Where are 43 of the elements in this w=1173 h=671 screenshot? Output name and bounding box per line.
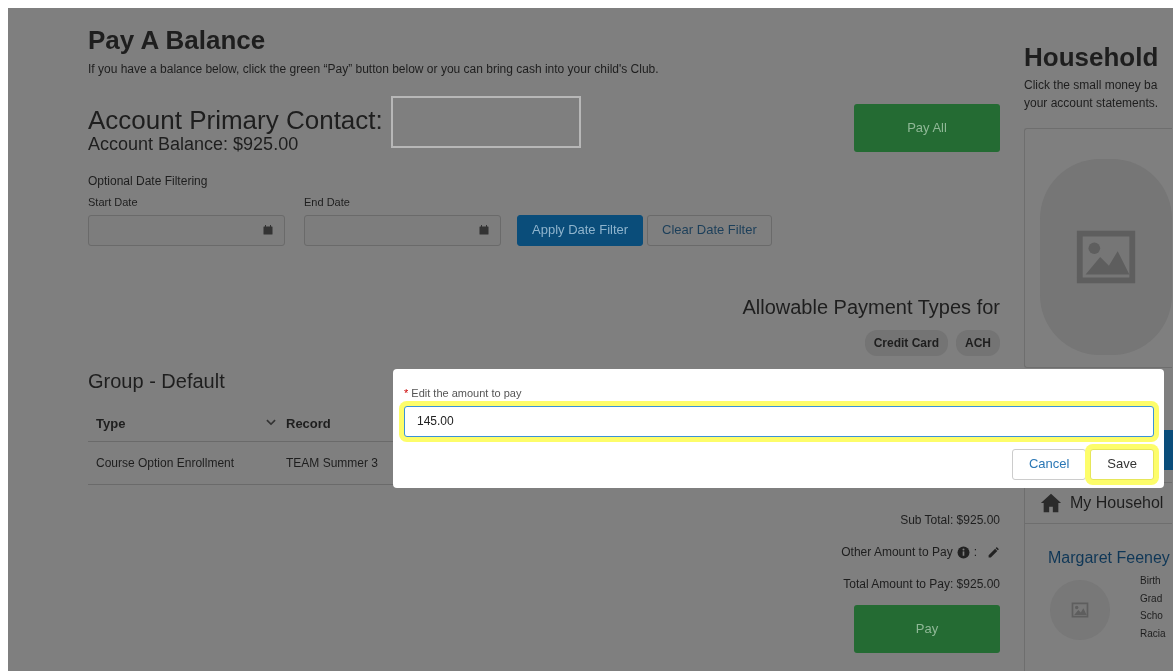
filter-heading: Optional Date Filtering xyxy=(88,173,209,190)
table-cell-text: Course Option Enrollment xyxy=(96,455,236,472)
member-detail: Birth xyxy=(1140,574,1162,588)
calendar-icon xyxy=(262,224,274,236)
info-icon xyxy=(956,545,970,559)
other-amount-colon: : xyxy=(973,544,977,561)
contact-label: Account Primary Contact: xyxy=(88,106,383,134)
amount-input[interactable]: 145.00 xyxy=(404,405,1154,437)
apply-filter-button[interactable]: Apply Date Filter xyxy=(517,214,644,246)
intro-text: If you have a balance below, click the green “Pay” button below or you can bring cash into your child's Club. xyxy=(88,61,660,78)
table-cell-text: TEAM Summer 3 xyxy=(286,455,379,472)
member-detail: Scho xyxy=(1140,609,1164,623)
image-icon xyxy=(1070,600,1090,620)
clear-filter-button[interactable]: Clear Date Filter xyxy=(647,214,772,246)
card-title: My Househol xyxy=(1070,493,1164,513)
column-header[interactable]: Type xyxy=(96,413,126,433)
sub-total: Sub Total: $925.00 xyxy=(900,512,1000,529)
date-field[interactable] xyxy=(88,214,285,246)
date-label: End Date xyxy=(304,195,351,210)
amount-label: * Edit the amount to pay xyxy=(404,386,523,401)
date-label: Start Date xyxy=(88,195,139,210)
cancel-button[interactable]: Cancel xyxy=(1011,448,1087,480)
pay-button[interactable]: Pay xyxy=(854,605,1000,653)
payment-types-heading: Allowable Payment Types for xyxy=(741,294,1000,320)
member-detail: Racia xyxy=(1140,626,1166,641)
household-description: your account statements. xyxy=(1024,95,1160,112)
date-field[interactable] xyxy=(304,214,501,246)
page-title: Pay A Balance xyxy=(88,24,267,56)
total-amount: Total Amount to Pay: $925.00 xyxy=(843,576,1000,593)
pencil-icon xyxy=(987,545,1000,559)
home-icon xyxy=(1040,492,1062,514)
other-amount-label: Other Amount to Pay xyxy=(841,544,953,561)
calendar-icon xyxy=(478,224,490,236)
group-title: Group - Default xyxy=(88,369,225,392)
pay-all-button[interactable]: Pay All xyxy=(854,104,1000,152)
payment-type-tag: ACH xyxy=(956,329,1000,356)
payment-type-tag: Credit Card xyxy=(864,329,948,356)
household-description: Click the small money ba xyxy=(1024,77,1159,94)
member-name-link[interactable]: Margaret Feeney xyxy=(1048,546,1172,570)
column-header[interactable]: Record xyxy=(286,413,331,433)
account-balance: Account Balance: $925.00 xyxy=(88,134,300,154)
household-title: Household xyxy=(1024,42,1160,72)
member-detail: Grad xyxy=(1140,591,1164,606)
